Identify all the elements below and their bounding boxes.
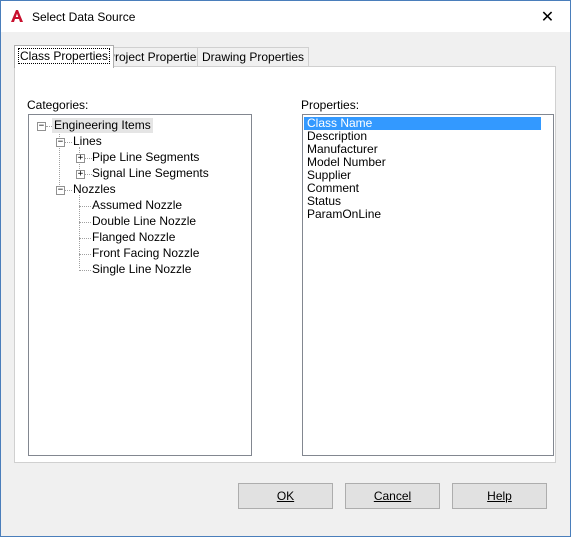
collapse-toggle-icon[interactable]: − [56, 138, 65, 147]
tree-node-assumed-nozzle[interactable]: Assumed Nozzle [90, 198, 184, 213]
categories-label: Categories: [27, 98, 89, 112]
tab-class-properties[interactable]: Class Properties [14, 45, 115, 68]
tree-node-flanged-nozzle[interactable]: Flanged Nozzle [90, 230, 177, 245]
select-data-source-dialog: Select Data Source ✕ Class Properties Pr… [0, 0, 571, 537]
properties-label: Properties: [301, 98, 360, 112]
tree-node-pipe-line-segments[interactable]: Pipe Line Segments [90, 150, 201, 165]
tree-node-double-line-nozzle[interactable]: Double Line Nozzle [90, 214, 198, 229]
class-properties-panel: Categories: Properties: − Engineering It… [14, 66, 556, 463]
tab-label: Class Properties [17, 48, 111, 64]
tab-label: Drawing Properties [202, 50, 305, 64]
close-button[interactable]: ✕ [525, 1, 570, 32]
title-bar: Select Data Source ✕ [1, 1, 570, 32]
collapse-toggle-icon[interactable]: − [56, 186, 65, 195]
collapse-toggle-icon[interactable]: − [37, 122, 46, 131]
expand-toggle-icon[interactable]: + [76, 154, 85, 163]
close-icon: ✕ [540, 8, 555, 26]
dialog-title: Select Data Source [32, 10, 136, 24]
expand-toggle-icon[interactable]: + [76, 170, 85, 179]
tree-node-lines[interactable]: Lines [71, 134, 104, 149]
tab-drawing-properties[interactable]: Drawing Properties [197, 47, 310, 67]
tab-label: Project Properties [107, 50, 203, 64]
tree-node-front-facing-nozzle[interactable]: Front Facing Nozzle [90, 246, 201, 261]
autocad-a-icon [10, 9, 24, 23]
help-button[interactable]: Help [452, 483, 547, 509]
properties-list[interactable]: Class Name Description Manufacturer Mode… [302, 114, 554, 456]
tree-node-single-line-nozzle[interactable]: Single Line Nozzle [90, 262, 193, 277]
cancel-button[interactable]: Cancel [345, 483, 440, 509]
help-button-label: Help [487, 489, 512, 503]
tab-project-properties[interactable]: Project Properties [102, 47, 208, 67]
list-item-paramonline[interactable]: ParamOnLine [304, 208, 541, 221]
ok-button-label: OK [276, 489, 295, 503]
cancel-button-label: Cancel [373, 489, 412, 503]
tree-node-signal-line-segments[interactable]: Signal Line Segments [90, 166, 211, 181]
categories-tree[interactable]: − Engineering Items − Lines + Pipe Line … [28, 114, 252, 456]
tree-node-nozzles[interactable]: Nozzles [71, 182, 118, 197]
tree-node-engineering-items[interactable]: Engineering Items [52, 118, 153, 133]
ok-button[interactable]: OK [238, 483, 333, 509]
